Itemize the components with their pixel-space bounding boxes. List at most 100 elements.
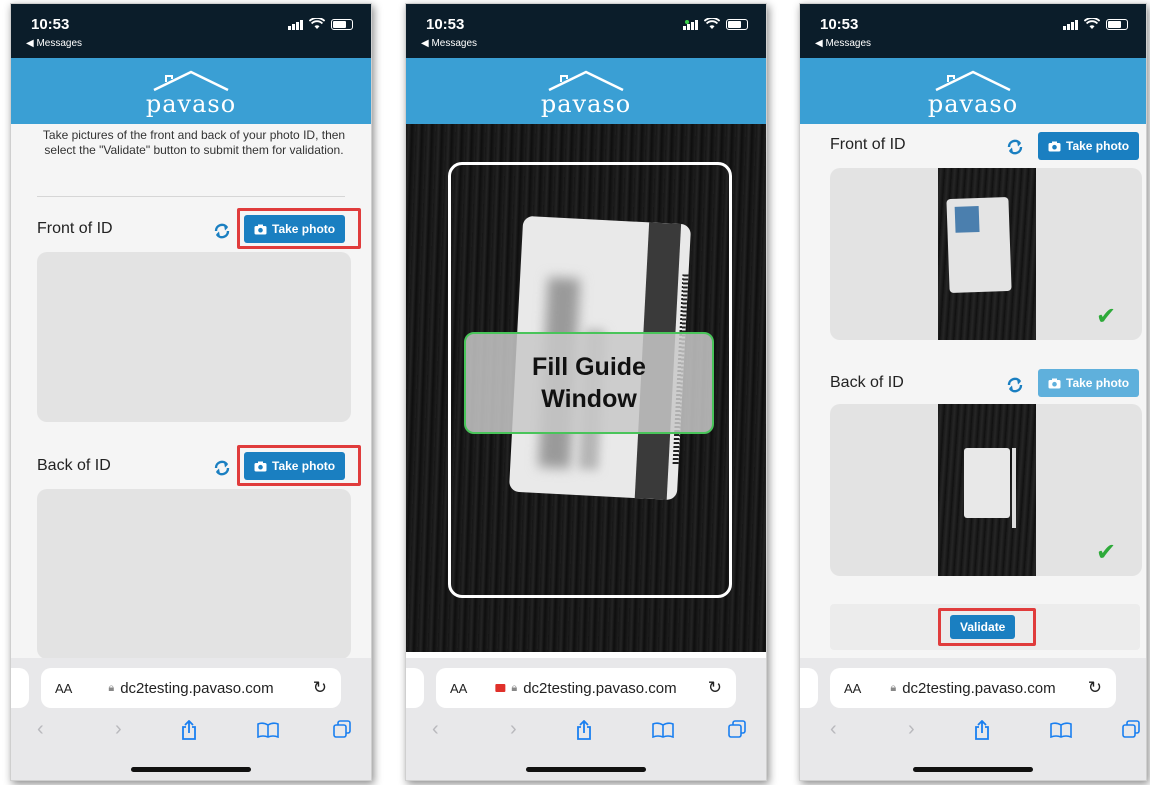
status-bar: 10:53 ◀ Messages <box>800 4 1146 58</box>
share-icon[interactable] <box>974 720 990 740</box>
home-indicator <box>913 767 1033 772</box>
camera-icon <box>254 461 267 471</box>
url-text: dc2testing.pavaso.com <box>120 679 274 697</box>
phone-screen-camera: 10:53 ◀ Messages pavaso Fill Guide Windo… <box>405 3 767 781</box>
reload-icon[interactable]: ↻ <box>1088 678 1102 698</box>
reader-settings-button[interactable]: AA <box>55 681 72 696</box>
take-photo-label: Take photo <box>272 222 336 236</box>
signal-icon <box>288 19 303 30</box>
reload-icon[interactable]: ↻ <box>313 678 327 698</box>
camera-icon <box>254 224 267 234</box>
take-photo-label: Take photo <box>1066 376 1130 390</box>
take-photo-front-button[interactable]: Take photo <box>1038 132 1140 160</box>
take-photo-back-button[interactable]: Take photo <box>1038 369 1140 397</box>
front-photo-preview: ✔ <box>830 168 1142 340</box>
take-photo-label: Take photo <box>1066 139 1130 153</box>
forward-arrow-icon[interactable]: › <box>510 718 517 741</box>
refresh-icon[interactable] <box>213 459 231 477</box>
front-id-photo <box>938 168 1036 340</box>
wifi-icon <box>309 18 325 29</box>
tabs-icon[interactable] <box>333 720 351 738</box>
share-icon[interactable] <box>181 720 197 740</box>
take-photo-back-button[interactable]: Take photo <box>244 452 346 480</box>
take-photo-front-button[interactable]: Take photo <box>244 215 346 243</box>
previous-tab-edge[interactable] <box>800 668 818 708</box>
previous-tab-edge[interactable] <box>11 668 29 708</box>
front-photo-placeholder <box>37 252 351 422</box>
fill-guide-window: Fill Guide Window <box>464 332 714 434</box>
wifi-icon <box>704 18 720 29</box>
pavaso-logo: pavaso <box>531 68 641 118</box>
back-photo-placeholder <box>37 489 351 659</box>
book-icon[interactable] <box>1050 722 1072 738</box>
camera-icon <box>1048 378 1061 388</box>
back-id-photo <box>938 404 1036 576</box>
app-header: pavaso <box>800 58 1146 124</box>
book-icon[interactable] <box>257 722 279 738</box>
share-icon[interactable] <box>576 720 592 740</box>
id-portrait-image <box>954 205 980 233</box>
refresh-icon[interactable] <box>1006 138 1024 156</box>
checkmark-icon: ✔ <box>1096 539 1117 566</box>
camera-icon <box>1048 141 1061 151</box>
battery-icon <box>726 18 748 30</box>
safari-toolbar: AA 🔒︎ dc2testing.pavaso.com ↻ ‹ › <box>11 658 371 780</box>
take-photo-label: Take photo <box>272 459 336 473</box>
status-bar: 10:53 ◀ Messages <box>406 4 766 58</box>
app-header: pavaso <box>406 58 766 124</box>
video-recording-icon <box>495 684 506 692</box>
back-to-messages-link[interactable]: ◀ Messages <box>815 38 871 49</box>
battery-icon <box>331 18 353 30</box>
status-time: 10:53 <box>426 16 465 33</box>
address-bar[interactable]: AA 🔒︎ dc2testing.pavaso.com ↻ <box>436 668 736 708</box>
signal-icon <box>1063 19 1078 30</box>
phone-screen-capture-id: 10:53 ◀ Messages pavaso Take pictures of… <box>10 3 372 781</box>
reload-icon[interactable]: ↻ <box>708 678 722 698</box>
validate-button[interactable]: Validate <box>950 615 1016 639</box>
back-arrow-icon[interactable]: ‹ <box>37 718 44 741</box>
back-of-id-label: Back of ID <box>830 374 904 391</box>
lock-icon: 🔒︎ <box>890 681 897 694</box>
instructions-text: Take pictures of the front and back of y… <box>42 128 346 157</box>
tabs-icon[interactable] <box>728 720 746 738</box>
back-to-messages-link[interactable]: ◀ Messages <box>421 38 477 49</box>
tabs-icon[interactable] <box>1122 720 1140 738</box>
safari-toolbar: AA 🔒︎ dc2testing.pavaso.com ↻ ‹ › <box>406 658 766 780</box>
camera-viewfinder[interactable]: Fill Guide Window <box>406 124 766 652</box>
status-time: 10:53 <box>31 16 70 33</box>
home-indicator <box>131 767 251 772</box>
book-icon[interactable] <box>652 722 674 738</box>
refresh-icon[interactable] <box>213 222 231 240</box>
forward-arrow-icon[interactable]: › <box>908 718 915 741</box>
previous-tab-edge[interactable] <box>406 668 424 708</box>
lock-icon: 🔒︎ <box>511 681 518 694</box>
divider <box>37 196 345 197</box>
camera-in-use-indicator <box>685 20 689 24</box>
back-photo-preview: ✔ <box>830 404 1142 576</box>
refresh-icon[interactable] <box>1006 376 1024 394</box>
address-bar[interactable]: AA 🔒︎ dc2testing.pavaso.com ↻ <box>41 668 341 708</box>
checkmark-icon: ✔ <box>1096 303 1117 330</box>
home-indicator <box>526 767 646 772</box>
address-bar[interactable]: AA 🔒︎ dc2testing.pavaso.com ↻ <box>830 668 1116 708</box>
reader-settings-button[interactable]: AA <box>844 681 861 696</box>
back-arrow-icon[interactable]: ‹ <box>830 718 837 741</box>
front-of-id-label: Front of ID <box>37 220 113 237</box>
back-to-messages-link[interactable]: ◀ Messages <box>26 38 82 49</box>
app-header: pavaso <box>11 58 371 124</box>
forward-arrow-icon[interactable]: › <box>115 718 122 741</box>
pavaso-logo: pavaso <box>918 68 1028 118</box>
pavaso-logo: pavaso <box>136 68 246 118</box>
phone-screen-validate: 10:53 ◀ Messages pavaso Front of ID Take… <box>799 3 1147 781</box>
url-text: dc2testing.pavaso.com <box>902 679 1056 697</box>
safari-toolbar: AA 🔒︎ dc2testing.pavaso.com ↻ ‹ › <box>800 658 1146 780</box>
validate-panel: Validate <box>830 604 1140 650</box>
back-arrow-icon[interactable]: ‹ <box>432 718 439 741</box>
wifi-icon <box>1084 18 1100 29</box>
lock-icon: 🔒︎ <box>108 681 115 694</box>
reader-settings-button[interactable]: AA <box>450 681 467 696</box>
url-text: dc2testing.pavaso.com <box>523 679 677 697</box>
front-of-id-label: Front of ID <box>830 136 906 153</box>
battery-icon <box>1106 18 1128 30</box>
status-time: 10:53 <box>820 16 859 33</box>
